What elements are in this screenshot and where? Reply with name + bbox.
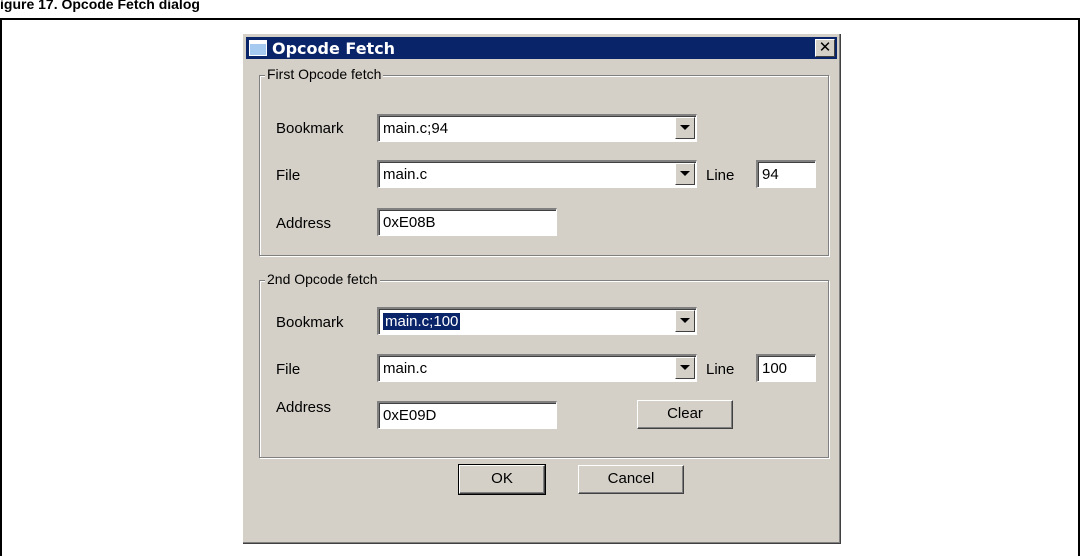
second-bookmark-value: main.c;100 xyxy=(381,312,462,331)
first-line-label: Line xyxy=(706,167,735,184)
first-bookmark-combo[interactable]: main.c;94 xyxy=(377,114,697,142)
second-bookmark-combo[interactable]: main.c;100 xyxy=(377,307,697,335)
second-address-label: Address xyxy=(276,399,332,416)
ok-button[interactable]: OK xyxy=(458,464,546,495)
clear-button[interactable]: Clear xyxy=(637,400,733,429)
first-file-value: main.c xyxy=(383,166,428,183)
second-file-label: File xyxy=(276,361,301,378)
close-icon: ✕ xyxy=(818,38,832,56)
second-address-input[interactable]: 0xE09D xyxy=(377,401,557,429)
close-button[interactable]: ✕ xyxy=(815,39,835,57)
figure-caption: igure 17. Opcode Fetch dialog xyxy=(0,0,200,12)
second-bookmark-label: Bookmark xyxy=(276,314,344,331)
first-bookmark-value: main.c;94 xyxy=(383,120,449,137)
first-address-input[interactable]: 0xE08B xyxy=(377,208,557,236)
first-line-input[interactable]: 94 xyxy=(756,160,816,188)
second-fetch-group-label: 2nd Opcode fetch xyxy=(265,271,380,287)
first-address-label: Address xyxy=(276,215,332,232)
document-page: igure 17. Opcode Fetch dialog Opcode Fet… xyxy=(0,0,1082,557)
window-icon xyxy=(249,40,267,56)
first-fetch-group-label: First Opcode fetch xyxy=(265,66,384,82)
cancel-button[interactable]: Cancel xyxy=(578,465,684,494)
second-file-combo[interactable]: main.c xyxy=(377,354,697,382)
chevron-down-icon[interactable] xyxy=(675,310,695,332)
second-line-label: Line xyxy=(706,361,735,378)
dialog-title: Opcode Fetch xyxy=(272,39,396,58)
chevron-down-icon[interactable] xyxy=(675,117,695,139)
first-opcode-fetch-group: First Opcode fetch Bookmark main.c;94 Fi… xyxy=(259,66,829,256)
first-bookmark-label: Bookmark xyxy=(276,120,344,137)
second-file-value: main.c xyxy=(383,360,428,377)
opcode-fetch-dialog: Opcode Fetch ✕ First Opcode fetch Bookma… xyxy=(242,33,842,545)
second-line-input[interactable]: 100 xyxy=(756,354,816,382)
dialog-titlebar[interactable]: Opcode Fetch ✕ xyxy=(246,37,837,59)
second-opcode-fetch-group: 2nd Opcode fetch Bookmark main.c;100 Fil… xyxy=(259,271,829,458)
chevron-down-icon[interactable] xyxy=(675,163,695,185)
first-file-label: File xyxy=(276,167,301,184)
chevron-down-icon[interactable] xyxy=(675,357,695,379)
first-file-combo[interactable]: main.c xyxy=(377,160,697,188)
